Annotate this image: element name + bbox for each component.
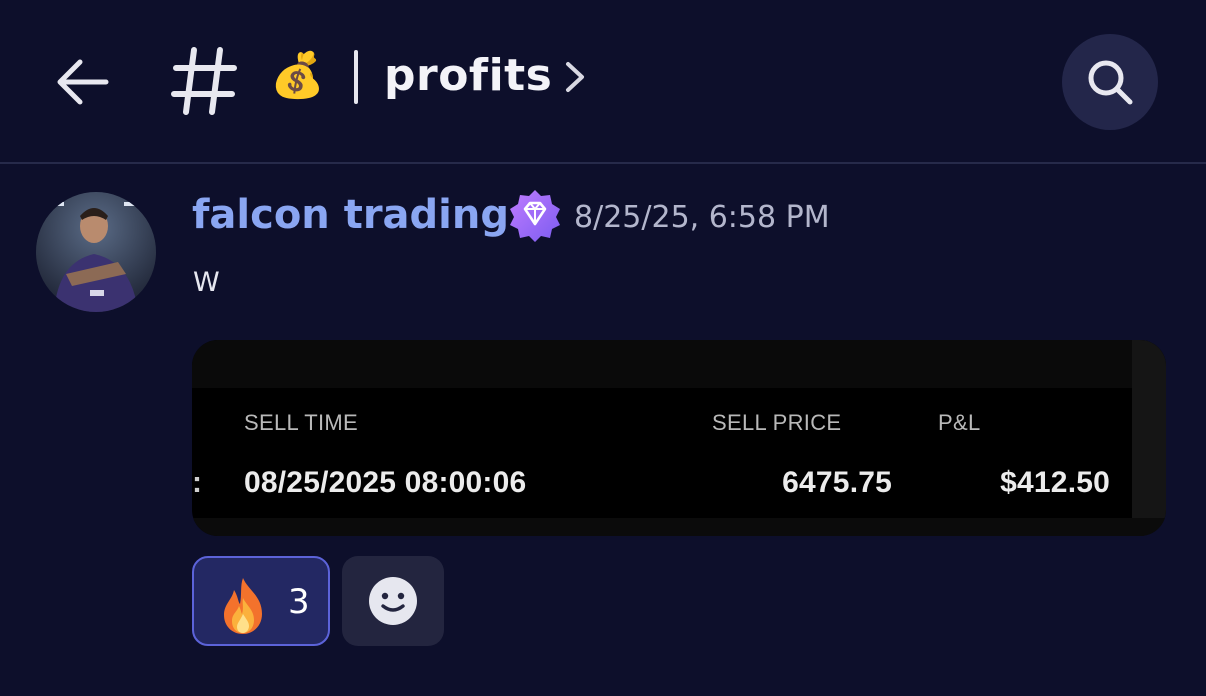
cell-sell-price: 6475.75 — [782, 466, 892, 499]
message-text: W — [193, 267, 220, 298]
arrow-left-icon — [57, 59, 109, 105]
channel-name[interactable]: profits — [384, 46, 552, 106]
avatar-image — [36, 192, 156, 312]
embed-bottom-edge — [192, 518, 1166, 536]
chat-screen: 💰 profits falcon trading 8/25/25, 6:58 P… — [0, 0, 1206, 696]
message-timestamp: 8/25/25, 6:58 PM — [574, 200, 830, 235]
search-button[interactable] — [1062, 34, 1158, 130]
reaction-count: 3 — [288, 582, 310, 622]
chevron-right-icon[interactable] — [562, 60, 588, 94]
embed-right-edge — [1132, 340, 1166, 536]
cell-pnl: $412.50 — [1000, 466, 1110, 499]
author-name[interactable]: falcon trading — [192, 188, 509, 242]
search-icon — [1088, 60, 1133, 105]
embedded-image[interactable]: SELL TIME SELL PRICE P&L : 08/25/2025 08… — [192, 340, 1166, 536]
embed-top-band — [192, 340, 1166, 388]
title-separator — [354, 50, 358, 104]
smiley-icon — [369, 577, 417, 625]
gem-badge-icon[interactable] — [508, 188, 562, 242]
money-bag-icon: 💰 — [270, 50, 325, 101]
hash-icon — [171, 47, 237, 115]
column-header-sell-price: SELL PRICE — [712, 410, 842, 435]
avatar[interactable] — [36, 192, 156, 312]
fire-icon — [224, 578, 262, 634]
channel-header: 💰 profits — [0, 0, 1206, 164]
back-button[interactable] — [52, 50, 116, 114]
column-header-sell-time: SELL TIME — [244, 410, 358, 435]
cropped-edge-character: : — [192, 466, 202, 499]
cell-sell-time: 08/25/2025 08:00:06 — [244, 466, 527, 499]
add-reaction-button[interactable] — [342, 556, 444, 646]
reaction-fire[interactable]: 3 — [192, 556, 330, 646]
column-header-pnl: P&L — [938, 410, 981, 435]
